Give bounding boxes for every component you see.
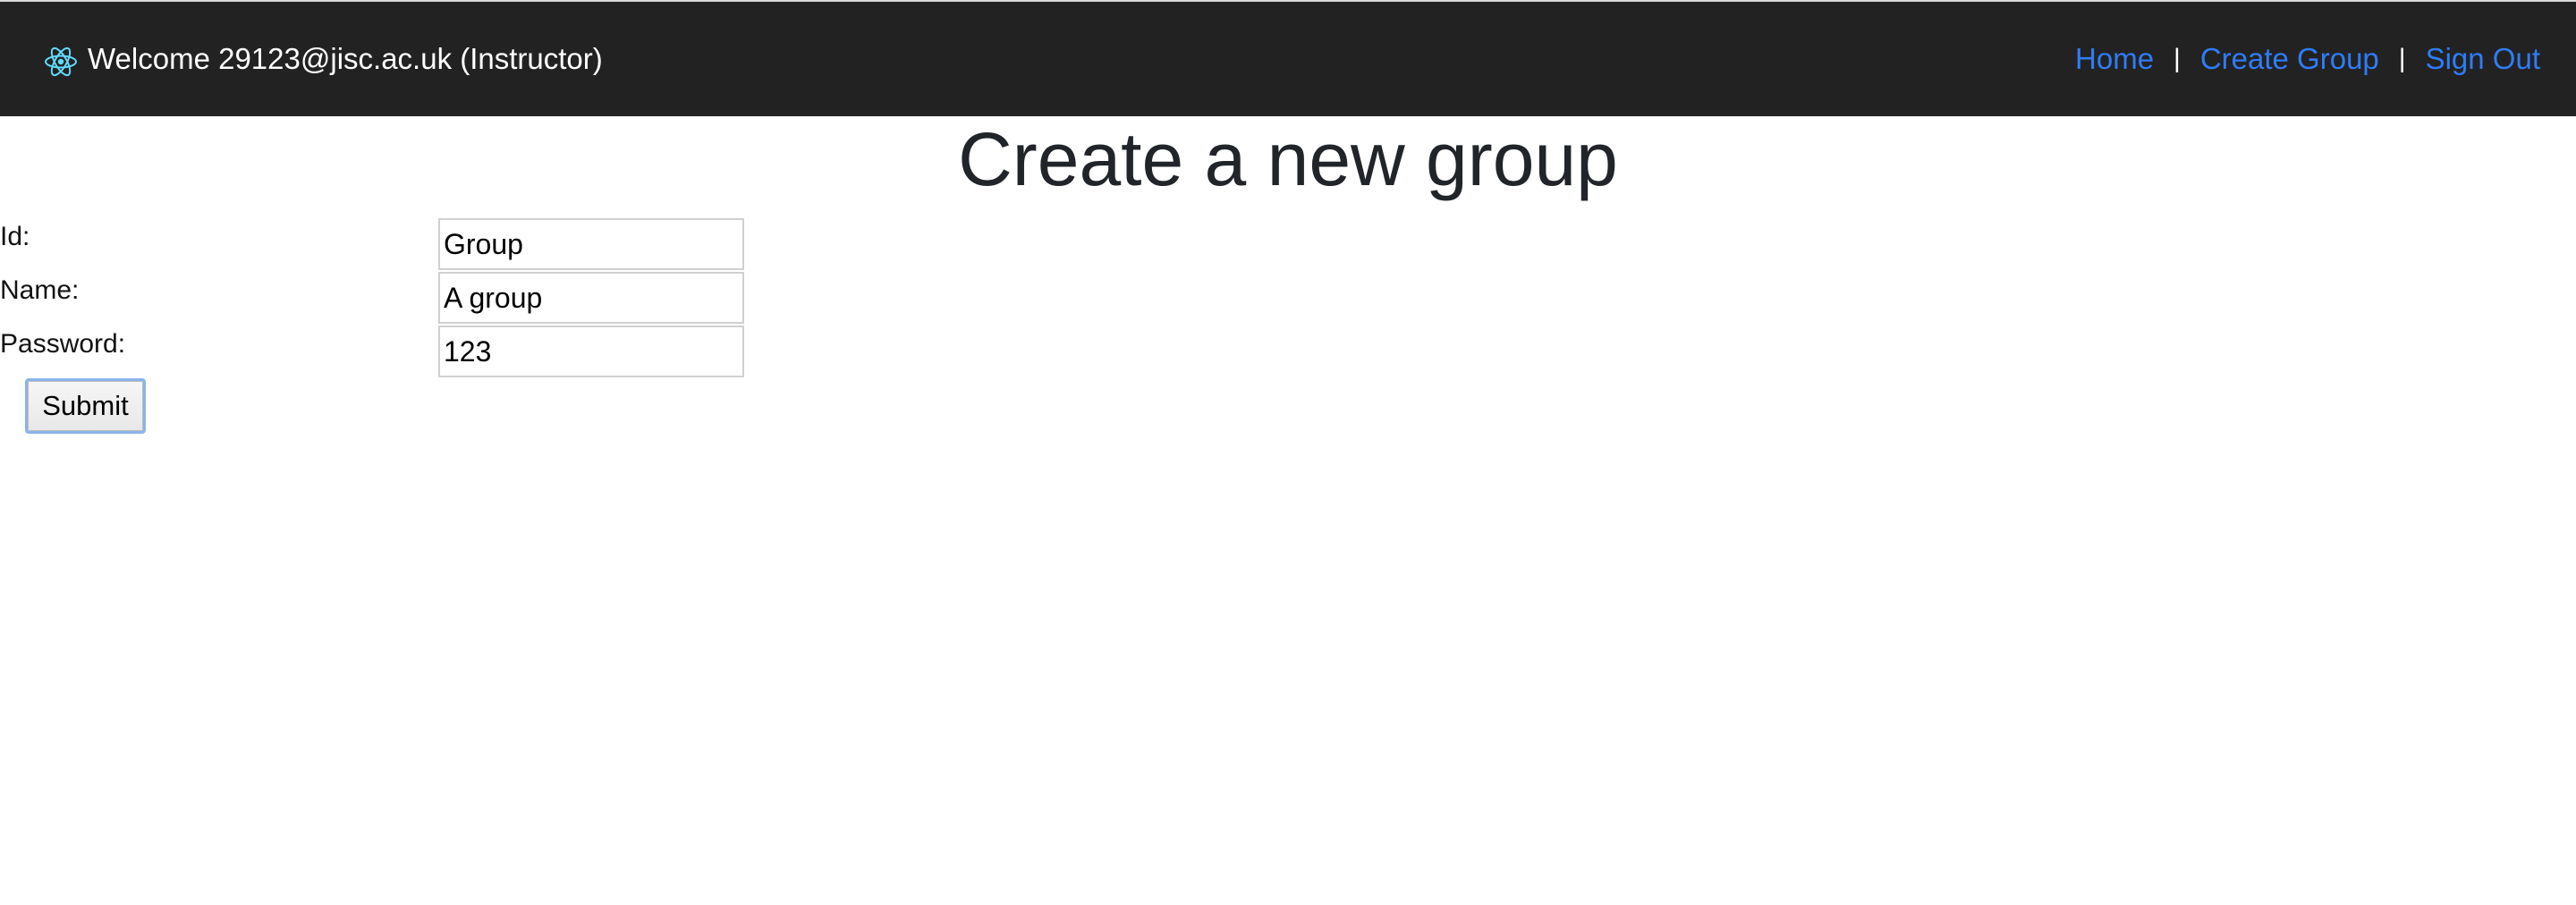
brand: Welcome 29123@jisc.ac.uk (Instructor) <box>43 2 603 116</box>
page-title: Create a new group <box>958 117 1618 201</box>
nav-separator: | <box>2174 44 2181 73</box>
nav-link-home[interactable]: Home <box>2075 42 2154 76</box>
nav-link-sign-out[interactable]: Sign Out <box>2426 42 2540 76</box>
nav-links: Home | Create Group | Sign Out <box>2075 2 2540 116</box>
top-navbar: Welcome 29123@jisc.ac.uk (Instructor) Ho… <box>0 0 2576 116</box>
nav-separator: | <box>2398 44 2406 73</box>
submit-button[interactable]: Submit <box>25 378 146 434</box>
name-label: Name: <box>0 275 80 305</box>
password-input[interactable] <box>438 326 744 377</box>
id-input[interactable] <box>438 218 744 270</box>
nav-link-create-group[interactable]: Create Group <box>2200 42 2379 76</box>
password-label: Password: <box>0 329 126 359</box>
react-atom-icon <box>43 44 79 80</box>
name-input[interactable] <box>438 272 744 324</box>
id-label: Id: <box>0 222 30 251</box>
welcome-text: Welcome 29123@jisc.ac.uk (Instructor) <box>88 42 603 75</box>
